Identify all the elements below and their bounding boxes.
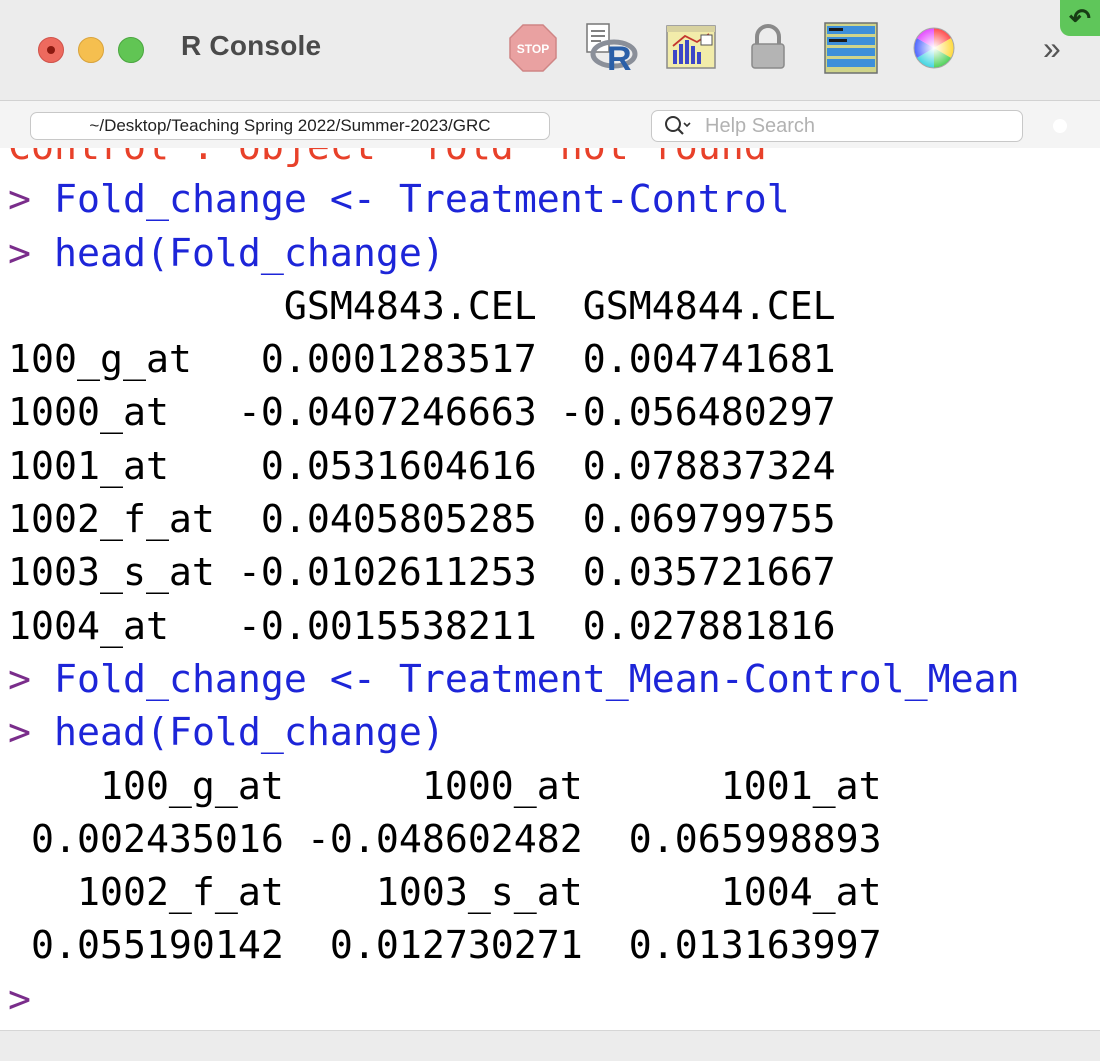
status-dot xyxy=(1053,119,1067,133)
console-output-line: GSM4843.CEL GSM4844.CEL xyxy=(8,284,836,329)
stop-icon: STOP xyxy=(509,24,557,72)
console-prompt: > xyxy=(8,977,31,1022)
console-prompt: > xyxy=(8,657,31,702)
title-bar: R Console STOP R » ↶ xyxy=(0,0,1100,100)
search-icon[interactable] xyxy=(664,114,692,138)
console-input-line: > head(Fold_change) xyxy=(8,707,1020,760)
console-input-line[interactable]: > xyxy=(8,974,1020,1027)
console-error-line: Control : object 'fold' not found xyxy=(8,148,1020,174)
console-command: Fold_change <- Treatment-Control xyxy=(54,178,790,223)
stop-icon-label: STOP xyxy=(517,42,549,56)
console-command: Fold_change <- Treatment_Mean-Control_Me… xyxy=(54,657,1020,702)
close-window-button[interactable] xyxy=(38,37,64,63)
console-lines-icon xyxy=(824,22,878,74)
minimize-window-button[interactable] xyxy=(78,37,104,63)
console-output-line: 0.002435016 -0.048602482 0.065998893 xyxy=(8,817,905,862)
green-arrow-icon: ↶ xyxy=(1060,0,1100,36)
console-output-line: 1001_at 0.0531604616 0.078837324 xyxy=(8,444,836,489)
lock-button[interactable] xyxy=(745,22,797,74)
help-search-field[interactable]: Help Search xyxy=(651,110,1023,142)
console-prompt: > xyxy=(8,711,31,756)
console-input-line: > Fold_change <- Treatment_Mean-Control_… xyxy=(8,654,1020,707)
console-command: head(Fold_change) xyxy=(54,231,445,276)
lock-icon xyxy=(751,24,785,69)
svg-text:R: R xyxy=(607,40,632,74)
console-output[interactable]: Control : object 'fold' not found> Fold_… xyxy=(0,148,1100,1030)
color-wheel-button[interactable] xyxy=(908,22,960,74)
toolbar-overflow-button[interactable]: » xyxy=(1043,30,1061,67)
console-output-line: 1003_s_at -0.0102611253 0.035721667 xyxy=(8,551,836,596)
color-wheel-icon xyxy=(913,27,955,69)
help-search-placeholder: Help Search xyxy=(705,115,816,137)
path-bar: ~/Desktop/Teaching Spring 2022/Summer-20… xyxy=(0,100,1100,150)
console-prompt: > xyxy=(8,178,31,223)
quartz-plot-icon xyxy=(666,25,716,69)
console-input-line: > head(Fold_change) xyxy=(8,228,1020,281)
console-input-line: > Fold_change <- Treatment-Control xyxy=(8,174,1020,227)
console-prompt: > xyxy=(8,231,31,276)
console-command: head(Fold_change) xyxy=(54,711,445,756)
quartz-plot-button[interactable] xyxy=(665,22,717,74)
console-output-line: 1002_f_at 1003_s_at 1004_at xyxy=(8,871,905,916)
source-script-icon: R xyxy=(586,23,638,78)
stop-button[interactable]: STOP xyxy=(507,22,559,74)
console-output-line: 1002_f_at 0.0405805285 0.069799755 xyxy=(8,498,836,543)
console-output-line: 100_g_at 1000_at 1001_at xyxy=(8,764,905,809)
console-output-line: 1004_at -0.0015538211 0.027881816 xyxy=(8,604,836,649)
window-title: R Console xyxy=(181,30,322,61)
console-lines-button[interactable] xyxy=(824,22,878,74)
status-bar xyxy=(0,1030,1100,1061)
console-output-line: 1000_at -0.0407246663 -0.056480297 xyxy=(8,391,836,436)
console-output-line: 100_g_at 0.0001283517 0.004741681 xyxy=(8,338,836,383)
console-output-line: 0.055190142 0.012730271 0.013163997 xyxy=(8,924,905,969)
source-script-button[interactable]: R xyxy=(584,22,638,78)
console-text: Control : object 'fold' not found> Fold_… xyxy=(8,148,1020,1027)
working-directory-field[interactable]: ~/Desktop/Teaching Spring 2022/Summer-20… xyxy=(30,112,550,140)
zoom-window-button[interactable] xyxy=(118,37,144,63)
